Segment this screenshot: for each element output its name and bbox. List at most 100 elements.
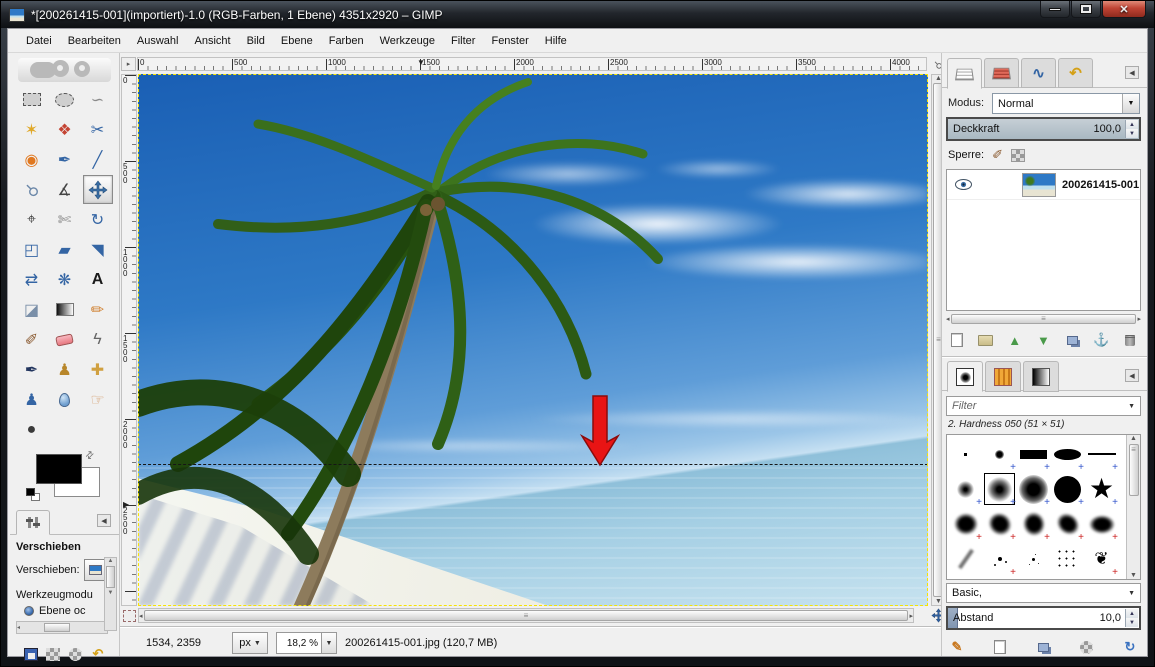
tool-measure[interactable]: ∡ [50,175,80,204]
tool-fuzzy-select[interactable]: ✶ [17,115,47,144]
tool-gradient[interactable] [50,295,80,324]
brush-chalk-1[interactable] [949,507,982,541]
tool-flip[interactable]: ⇄ [17,265,47,294]
menu-bild[interactable]: Bild [239,31,273,51]
tool-options-scrollbar[interactable]: ▲▼ [104,557,117,631]
brush-chalk-4[interactable] [1051,507,1084,541]
tab-paths[interactable]: ∿ [1021,58,1056,88]
tool-airbrush[interactable]: ϟ [83,325,113,354]
menu-werkzeuge[interactable]: Werkzeuge [372,31,443,51]
tool-bucket-fill[interactable]: ◪ [17,295,47,324]
new-layer-button[interactable] [946,330,968,350]
brush-confetti-dots[interactable] [1051,542,1084,576]
tab-channels[interactable] [984,58,1019,88]
brush-chalk-2[interactable] [983,507,1016,541]
minimize-button[interactable] [1040,1,1070,18]
tool-scale[interactable]: ◰ [17,235,47,264]
titlebar[interactable]: *[200261415-001](importiert)-1.0 (RGB-Fa… [1,1,1154,28]
brush-texture-2[interactable] [1017,577,1050,580]
brush-hardness-075[interactable] [1017,472,1050,506]
brush-chalk-3[interactable] [1017,507,1050,541]
brush-hardness-050[interactable] [983,472,1016,506]
raise-layer-button[interactable]: ▲ [1004,330,1026,350]
tool-paintbrush[interactable]: ✐ [17,325,47,354]
tab-brushes[interactable] [947,361,983,392]
unit-dropdown[interactable]: px ▼ [232,632,268,654]
close-button[interactable]: ✕ [1102,1,1146,18]
new-brush-button[interactable] [989,637,1011,657]
delete-tool-preset-button[interactable] [65,644,87,664]
zoom-dropdown-button[interactable]: ▼ [322,632,337,654]
menu-datei[interactable]: Datei [18,31,60,51]
brush-hardness-025[interactable] [949,472,982,506]
layer-row[interactable]: 200261415-001 [947,170,1140,200]
tool-pencil[interactable]: ✏ [83,295,113,324]
lower-layer-button[interactable]: ▼ [1032,330,1054,350]
new-layer-group-button[interactable] [975,330,997,350]
tab-layers[interactable] [947,58,982,89]
menu-fenster[interactable]: Fenster [483,31,536,51]
brush-texture-3[interactable] [1085,577,1118,580]
brush-filter-input[interactable]: Filter ▼ [946,396,1141,416]
tool-text[interactable]: A [83,265,113,294]
collapse-left-dock-button[interactable]: ◀ [97,514,111,527]
brush-hardness-100[interactable] [1051,472,1084,506]
refresh-brushes-button[interactable]: ↻ [1119,637,1141,657]
tool-scissors-select[interactable]: ✂ [83,115,113,144]
menu-auswahl[interactable]: Auswahl [129,31,187,51]
tab-patterns[interactable] [985,361,1021,392]
layer-visibility-eye-icon[interactable] [955,179,972,190]
tool-ellipse-select[interactable] [50,85,80,114]
brush-block[interactable] [1017,437,1050,471]
tool-rotate[interactable]: ↻ [83,205,113,234]
brush-dome[interactable] [1051,577,1084,580]
brush-small-dot[interactable] [983,437,1016,471]
tool-align[interactable]: ⌖ [17,205,47,234]
default-colors-icon[interactable] [26,488,40,501]
layer-name[interactable]: 200261415-001 [1062,179,1139,191]
tool-blur-sharpen[interactable] [50,385,80,414]
brush-grid-scrollbar[interactable]: ▲≡▼ [1126,435,1140,579]
maximize-button[interactable] [1071,1,1101,18]
lock-pixels-icon[interactable]: ✐ [992,147,1003,163]
brush-line[interactable] [1085,437,1118,471]
tool-crop[interactable]: ✄ [50,205,80,234]
layer-thumbnail[interactable] [1022,173,1056,197]
tab-gradients[interactable] [1023,361,1059,392]
tool-free-select[interactable]: ∽ [83,85,113,114]
brush-sparks-2[interactable] [1017,542,1050,576]
swap-colors-icon[interactable]: ⇄ [83,449,97,463]
foreground-color-swatch[interactable] [36,454,82,484]
menu-ansicht[interactable]: Ansicht [186,31,238,51]
brush-pixel[interactable] [949,437,982,471]
collapse-right-dock-button[interactable]: ◀ [1125,66,1139,79]
tab-undo-history[interactable]: ↶ [1058,58,1093,88]
tool-cage-transform[interactable]: ❋ [50,265,80,294]
tool-eraser[interactable] [50,325,80,354]
brush-vine[interactable]: ❦ [1085,542,1118,576]
tool-dodge-burn[interactable]: ● [17,415,47,444]
opacity-slider[interactable]: Deckkraft 100,0 ▲▼ [946,117,1141,141]
reset-tool-options-button[interactable]: ↶ [87,644,109,664]
collapse-brushes-dock-button[interactable]: ◀ [1125,369,1139,382]
spacing-spinner[interactable]: ▲▼ [1125,609,1138,627]
menu-ebene[interactable]: Ebene [273,31,321,51]
restore-tool-preset-button[interactable] [42,644,64,664]
horizontal-ruler[interactable]: 05001000150020002500300035004000▼ [137,57,927,71]
tool-perspective-clone[interactable]: ♟ [17,385,47,414]
layer-mode-dropdown[interactable]: Normal ▼ [992,93,1140,114]
menu-bearbeiten[interactable]: Bearbeiten [60,31,129,51]
delete-layer-button[interactable] [1119,330,1141,350]
quick-mask-toggle[interactable] [123,610,136,622]
brush-sparks-1[interactable] [983,542,1016,576]
tool-select-by-color[interactable]: ❖ [50,115,80,144]
duplicate-brush-button[interactable] [1033,637,1055,657]
zoom-input[interactable]: 18,2 % [276,632,322,654]
duplicate-layer-button[interactable] [1061,330,1083,350]
brush-star[interactable]: ★ [1085,472,1118,506]
tool-shear[interactable]: ▰ [50,235,80,264]
menu-filter[interactable]: Filter [443,31,483,51]
vertical-ruler[interactable]: 05001000150020002500▶ [121,74,137,606]
tab-tool-options[interactable] [16,510,50,535]
tool-color-picker[interactable]: ╱ [83,145,113,174]
